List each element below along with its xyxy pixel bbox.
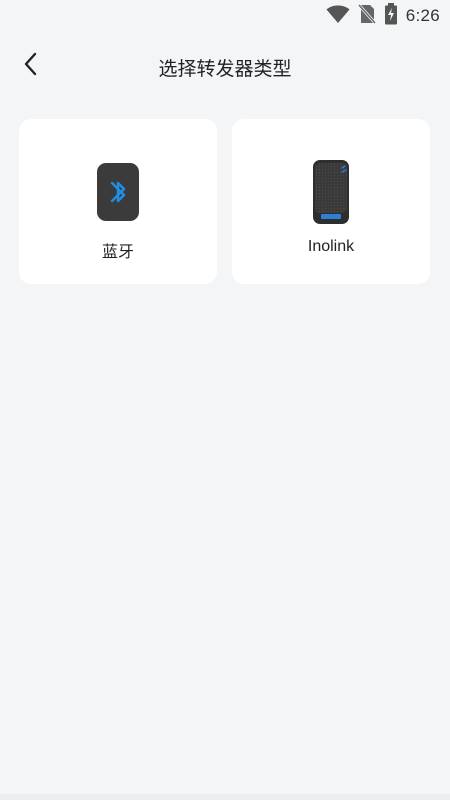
inolink-option-card[interactable]: Inolink [232, 119, 430, 284]
status-bar: 6:26 [0, 0, 450, 32]
header: 选择转发器类型 [0, 40, 450, 92]
bluetooth-option-card[interactable]: 蓝牙 [19, 119, 217, 284]
bluetooth-option-label: 蓝牙 [101, 244, 134, 261]
status-time: 6:26 [405, 6, 440, 25]
bluetooth-device-icon [96, 160, 140, 224]
inolink-option-label: Inolink [307, 238, 355, 255]
page-title: 选择转发器类型 [158, 58, 292, 80]
wifi-icon [326, 4, 350, 28]
inolink-device-icon [309, 160, 353, 224]
status-icons: 6:26 [326, 3, 440, 29]
repeater-type-grid: 蓝牙 Inolink [19, 119, 431, 284]
battery-charging-icon [384, 3, 398, 29]
bottom-edge [0, 794, 450, 800]
no-sim-icon [357, 4, 376, 28]
